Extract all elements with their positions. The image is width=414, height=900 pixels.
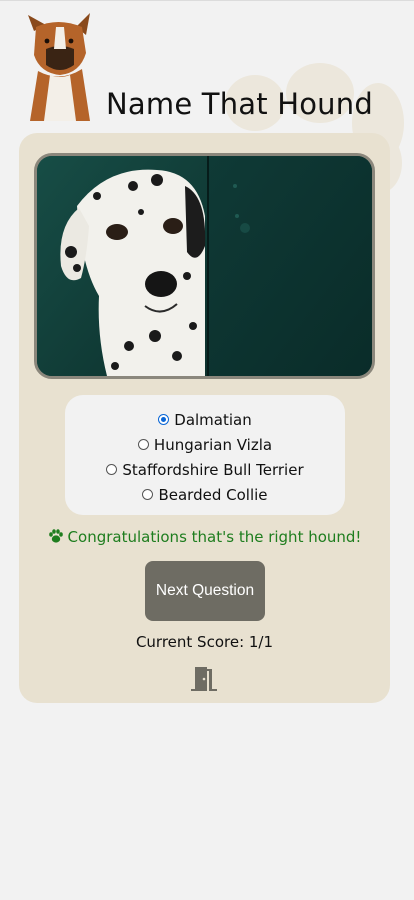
radio-button[interactable]: [137, 439, 149, 450]
option-label: Bearded Collie: [158, 485, 268, 504]
option-label: Hungarian Vizla: [153, 435, 273, 454]
feedback-text: Congratulations that's the right hound!: [67, 528, 362, 546]
dog-photo: [34, 153, 375, 379]
quiz-card: Dalmatian Hungarian Vizla Staffordshire …: [19, 133, 390, 703]
option-dalmatian[interactable]: Dalmatian: [65, 407, 345, 432]
next-question-button[interactable]: Next Question: [145, 561, 265, 621]
feedback-message: Congratulations that's the right hound!: [19, 528, 390, 546]
current-score: Current Score: 1/1: [135, 633, 274, 651]
dalmatian-image: [37, 156, 372, 376]
radio-button-selected[interactable]: [158, 414, 170, 425]
header: Name That Hound: [20, 13, 410, 125]
door-exit-icon[interactable]: [191, 666, 219, 692]
radio-button[interactable]: [142, 489, 154, 500]
option-label: Staffordshire Bull Terrier: [122, 460, 304, 479]
option-staffordshire-bull-terrier[interactable]: Staffordshire Bull Terrier: [65, 457, 345, 482]
option-bearded-collie[interactable]: Bearded Collie: [65, 482, 345, 507]
radio-button[interactable]: [106, 464, 118, 475]
answer-options: Dalmatian Hungarian Vizla Staffordshire …: [65, 395, 345, 515]
boxer-dog-logo: [28, 13, 90, 121]
option-label: Dalmatian: [174, 410, 252, 429]
app-title: Name That Hound: [106, 87, 373, 121]
page: Name That Hound Dalmatian Hungarian Vizl…: [0, 0, 414, 900]
paw-icon: [48, 529, 63, 543]
option-hungarian-vizla[interactable]: Hungarian Vizla: [65, 432, 345, 457]
